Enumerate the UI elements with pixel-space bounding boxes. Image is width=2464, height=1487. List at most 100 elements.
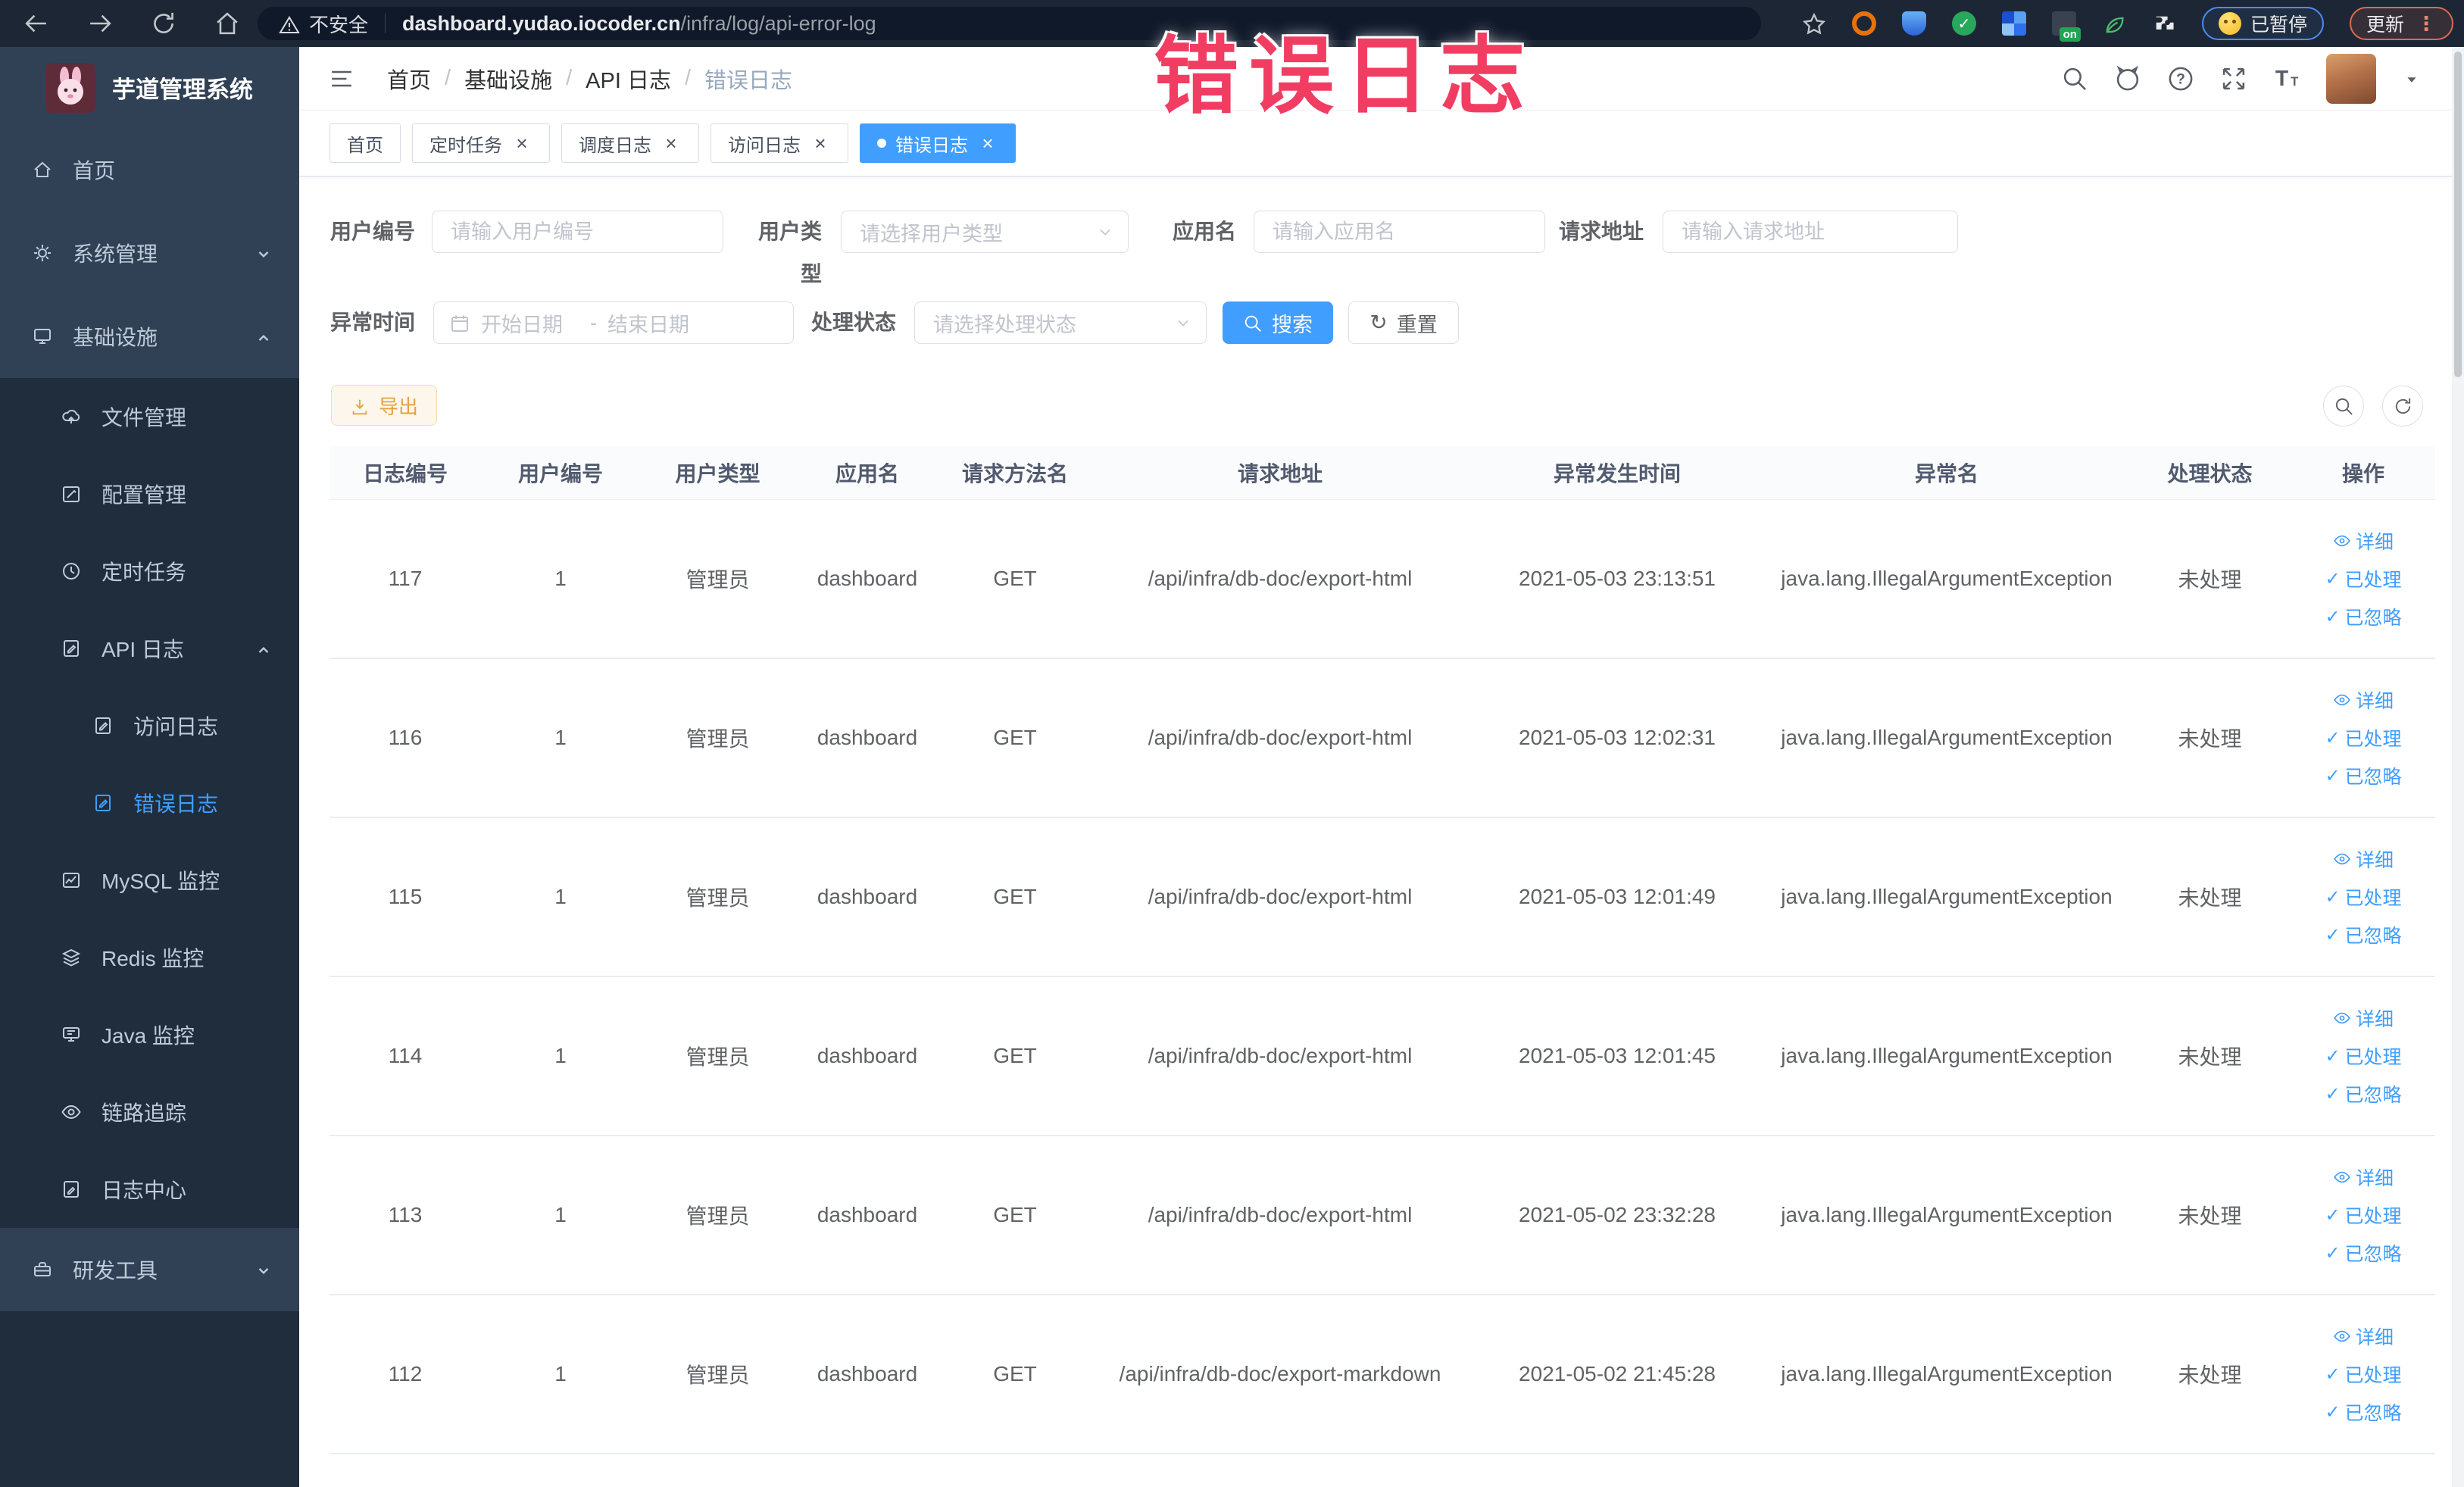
paused-extension-badge[interactable]: 已暂停 (2201, 7, 2324, 40)
calendar-icon (451, 315, 468, 333)
sidebar-item-home[interactable]: 首页 (0, 128, 299, 211)
user-avatar[interactable] (2326, 53, 2376, 104)
page-scrollbar[interactable] (2452, 47, 2464, 1487)
search-button[interactable]: 搜索 (1223, 301, 1333, 344)
action-detail-link[interactable]: 详细 (2333, 845, 2394, 873)
user-id-input[interactable] (432, 211, 723, 253)
extension-orange-icon[interactable] (1851, 11, 1876, 36)
browser-home-button[interactable] (214, 10, 241, 37)
action-processed-link[interactable]: ✓ 已处理 (2325, 1360, 2401, 1388)
github-icon[interactable] (2114, 65, 2141, 92)
export-button[interactable]: 导出 (331, 385, 437, 426)
sidebar-item-infra[interactable]: 基础设施 (0, 295, 299, 378)
help-icon[interactable]: ? (2167, 65, 2194, 92)
chevdown-icon (258, 1267, 269, 1274)
cell-status: 未处理 (2178, 568, 2242, 592)
extension-green-check-icon[interactable]: ✓ (1951, 11, 1976, 36)
browser-update-button[interactable]: 更新 ⋮ (2349, 7, 2453, 40)
action-detail-link[interactable]: 详细 (2333, 1004, 2394, 1032)
browser-forward-button[interactable] (86, 10, 114, 37)
tab-close-icon[interactable]: × (810, 133, 831, 154)
sidebar-item-redis[interactable]: Redis 监控 (0, 919, 299, 996)
extension-blue-icon[interactable] (1901, 11, 1926, 36)
app-name-input[interactable] (1254, 211, 1545, 253)
sidebar-item-label: 基础设施 (73, 326, 158, 349)
bookmark-star-icon[interactable] (1802, 11, 1826, 36)
action-detail-link[interactable]: 详细 (2333, 1164, 2394, 1191)
breadcrumb-separator: / (445, 66, 451, 90)
action-ignored-link[interactable]: ✓ 已忽略 (2325, 921, 2401, 948)
action-ignored-link[interactable]: ✓ 已忽略 (2325, 1080, 2401, 1107)
breadcrumb-api-log[interactable]: API 日志 (586, 63, 671, 95)
sidebar-item-log-center[interactable]: 日志中心 (0, 1151, 299, 1228)
breadcrumb-infra[interactable]: 基础设施 (464, 63, 552, 95)
font-size-icon[interactable]: TT (2273, 65, 2300, 92)
sidebar-item-error-log[interactable]: 错误日志 (0, 764, 299, 842)
action-detail-link[interactable]: 详细 (2333, 1323, 2394, 1350)
column-header-1: 用户编号 (517, 462, 603, 486)
browser-menu-icon[interactable]: ⋮ (2416, 12, 2437, 36)
app-logo-row[interactable]: 芋道管理系统 (0, 47, 299, 128)
clock-icon (63, 563, 80, 579)
action-ignored-link[interactable]: ✓ 已忽略 (2325, 603, 2401, 630)
sidebar-item-dev-tools[interactable]: 研发工具 (0, 1228, 299, 1311)
action-processed-link[interactable]: ✓ 已处理 (2325, 724, 2401, 751)
header-search-icon[interactable] (2061, 65, 2088, 92)
tab-close-icon[interactable]: × (661, 133, 682, 154)
action-ignored-link[interactable]: ✓ 已忽略 (2325, 1239, 2401, 1267)
action-detail-link[interactable]: 详细 (2333, 686, 2394, 714)
extension-leaf-icon[interactable] (2102, 11, 2126, 36)
action-processed-link[interactable]: ✓ 已处理 (2325, 883, 2401, 911)
action-processed-link[interactable]: ✓ 已处理 (2325, 1201, 2401, 1229)
sidebar-item-file[interactable]: 文件管理 (0, 378, 299, 455)
reset-button-label: 重置 (1396, 313, 1438, 336)
cell-app: dashboard (817, 726, 918, 749)
chevdown-icon (258, 251, 269, 258)
browser-back-button[interactable] (23, 10, 50, 37)
sidebar-toggle-button[interactable] (328, 65, 355, 92)
extension-on-badge-icon[interactable] (2051, 11, 2081, 42)
tab-0[interactable]: 首页 (329, 123, 401, 163)
sidebar-item-system[interactable]: 系统管理 (0, 211, 299, 295)
extensions-puzzle-icon[interactable] (2152, 11, 2176, 36)
avatar-dropdown-caret-icon[interactable] (2402, 67, 2422, 91)
sidebar-item-java[interactable]: Java 监控 (0, 996, 299, 1073)
request-url-input[interactable] (1663, 211, 1958, 253)
sidebar-item-access-log[interactable]: 访问日志 (0, 687, 299, 764)
action-detail-link[interactable]: 详细 (2333, 527, 2394, 555)
sidebar-item-config[interactable]: 配置管理 (0, 455, 299, 533)
user-type-select[interactable]: 请选择用户类型 (841, 211, 1129, 253)
browser-reload-button[interactable] (150, 10, 177, 37)
tab-close-icon[interactable]: × (511, 133, 532, 154)
date-range-picker[interactable]: 开始日期 - 结束日期 (433, 301, 794, 344)
sidebar-item-mysql[interactable]: MySQL 监控 (0, 842, 299, 919)
reset-button[interactable]: ↻ 重置 (1348, 301, 1459, 344)
address-bar[interactable]: 不安全 dashboard.yudao.iocoder.cn/infra/log… (258, 7, 1761, 40)
search-toggle-button[interactable] (2323, 386, 2364, 426)
breadcrumb-home[interactable]: 首页 (387, 63, 431, 95)
cell-id: 115 (388, 885, 423, 908)
svg-text:?: ? (2176, 71, 2185, 87)
action-processed-link[interactable]: ✓ 已处理 (2325, 565, 2401, 592)
process-status-placeholder: 请选择处理状态 (933, 313, 1076, 336)
tab-close-icon[interactable]: × (977, 133, 998, 154)
eyemini-icon (2334, 535, 2350, 547)
tab-2[interactable]: 调度日志 × (561, 123, 699, 163)
fullscreen-icon[interactable] (2220, 65, 2247, 92)
check-icon: ✓ (2325, 924, 2341, 945)
tab-1[interactable]: 定时任务 × (412, 123, 550, 163)
arrow-left-icon (25, 14, 46, 33)
extension-grid-icon[interactable] (2001, 11, 2026, 36)
scrollbar-thumb[interactable] (2454, 52, 2462, 377)
sidebar-item-trace[interactable]: 链路追踪 (0, 1073, 299, 1151)
tab-3[interactable]: 访问日志 × (710, 123, 848, 163)
refresh-button[interactable] (2382, 386, 2423, 426)
action-ignored-link[interactable]: ✓ 已忽略 (2325, 762, 2401, 789)
sidebar-item-job[interactable]: 定时任务 (0, 533, 299, 610)
action-processed-link[interactable]: ✓ 已处理 (2325, 1042, 2401, 1070)
action-ignored-link[interactable]: ✓ 已忽略 (2325, 1398, 2401, 1426)
tab-4[interactable]: 错误日志 × (860, 123, 1016, 163)
process-status-select[interactable]: 请选择处理状态 (914, 301, 1207, 344)
sidebar-item-api-log[interactable]: API 日志 (0, 610, 299, 687)
export-button-label: 导出 (378, 395, 418, 418)
